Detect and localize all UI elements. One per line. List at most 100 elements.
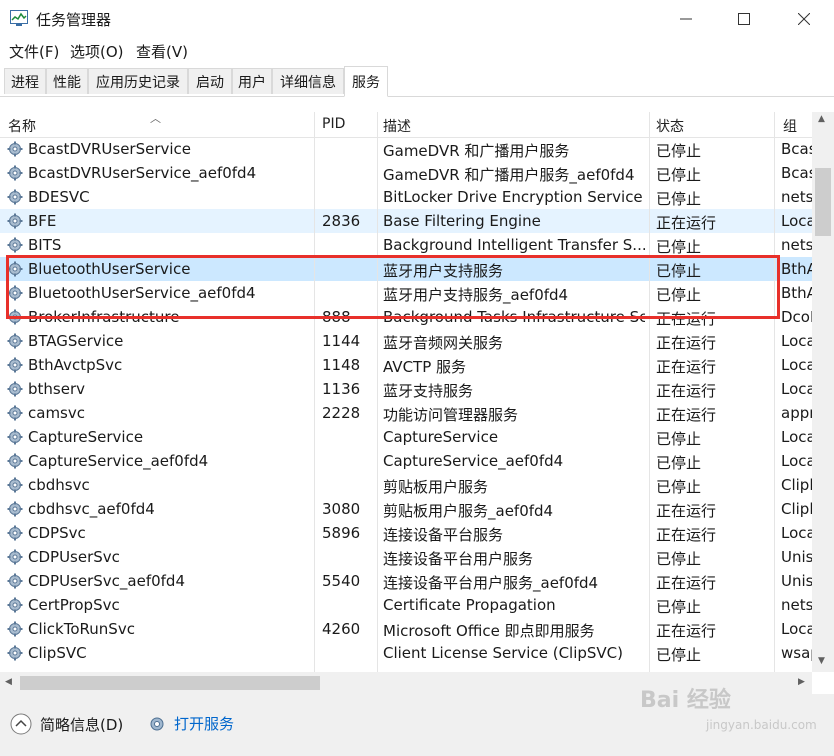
service-icon (7, 381, 23, 397)
tab-processes[interactable]: 进程 (4, 68, 46, 94)
tab-details[interactable]: 详细信息 (272, 68, 344, 94)
service-pid: 4260 (322, 620, 361, 638)
table-row[interactable]: bthserv 1136 蓝牙支持服务 正在运行 Loca (0, 377, 812, 401)
tab-app-history[interactable]: 应用历史记录 (88, 68, 188, 94)
service-icon (7, 429, 23, 445)
service-status: 已停止 (656, 190, 702, 208)
service-icon (7, 573, 23, 589)
service-group: BthA (781, 284, 812, 302)
table-row[interactable]: CDPUserSvc 连接设备平台用户服务 已停止 Unis (0, 545, 812, 569)
task-manager-icon (10, 10, 28, 26)
menu-view[interactable]: 查看(V) (136, 41, 188, 62)
service-description: AVCTP 服务 (383, 358, 467, 376)
table-row[interactable]: BTAGService 1144 蓝牙音频网关服务 正在运行 Loca (0, 329, 812, 353)
minimize-button[interactable] (656, 0, 716, 38)
table-row[interactable]: ClickToRunSvc 4260 Microsoft Office 即点即用服务… (0, 617, 812, 641)
sort-ascending-icon: ︿ (150, 112, 161, 125)
column-separator (314, 112, 315, 672)
service-description: Background Intelligent Transfer S... (383, 236, 645, 254)
service-description: GameDVR 和广播用户服务_aef0fd4 (383, 166, 635, 184)
scroll-up-icon[interactable]: ▲ (818, 114, 825, 124)
table-row[interactable]: CaptureService_aef0fd4 CaptureService_aef… (0, 449, 812, 473)
scroll-right-icon[interactable]: ▶ (798, 677, 805, 687)
open-services-label: 打开服务 (174, 715, 235, 733)
service-name: BthAvctpSvc (28, 356, 123, 374)
service-group: Clipl (781, 500, 812, 518)
service-group: Loca (781, 620, 812, 638)
service-icon (7, 549, 23, 565)
maximize-button[interactable] (714, 0, 774, 38)
column-header-pid[interactable]: PID (322, 116, 345, 132)
service-description: CaptureService (383, 428, 499, 446)
menu-options[interactable]: 选项(O) (70, 41, 124, 62)
service-status: 已停止 (656, 142, 702, 160)
service-description: 剪贴板用户服务 (383, 478, 489, 496)
table-row[interactable]: camsvc 2228 功能访问管理器服务 正在运行 appr (0, 401, 812, 425)
column-header-description[interactable]: 描述 (383, 116, 411, 136)
close-button[interactable] (774, 0, 834, 38)
service-status: 已停止 (656, 166, 702, 184)
table-row[interactable]: CertPropSvc Certificate Propagation 已停止 net… (0, 593, 812, 617)
table-row[interactable]: CDPSvc 5896 连接设备平台服务 正在运行 Loca (0, 521, 812, 545)
service-icon (7, 525, 23, 541)
service-name: camsvc (28, 404, 85, 422)
service-status: 已停止 (656, 646, 702, 664)
table-row[interactable]: BDESVC BitLocker Drive Encryption Service… (0, 185, 812, 209)
horizontal-scroll-thumb[interactable] (20, 676, 320, 690)
service-description: GameDVR 和广播用户服务 (383, 142, 570, 160)
table-row[interactable]: CaptureService CaptureService 已停止 Loca (0, 425, 812, 449)
service-description: 连接设备平台服务 (383, 526, 504, 544)
table-row[interactable]: BcastDVRUserService GameDVR 和广播用户服务 已停止 Bca… (0, 137, 812, 161)
column-header-status[interactable]: 状态 (656, 116, 684, 136)
tab-startup[interactable]: 启动 (188, 68, 232, 94)
column-header-group[interactable]: 组 (783, 116, 797, 136)
service-icon (7, 621, 23, 637)
service-status: 已停止 (656, 598, 702, 616)
table-row[interactable]: cbdhsvc_aef0fd4 3080 剪贴板用户服务_aef0fd4 正在运行 Cl… (0, 497, 812, 521)
fewer-details-button[interactable]: 简略信息(D) (10, 713, 123, 735)
open-services-link[interactable]: 打开服务 (148, 713, 234, 734)
service-status: 正在运行 (656, 334, 717, 352)
service-group: Unis (781, 548, 812, 566)
service-icon (7, 453, 23, 469)
service-description: 剪贴板用户服务_aef0fd4 (383, 502, 554, 520)
table-row[interactable]: BcastDVRUserService_aef0fd4 GameDVR 和广播用户… (0, 161, 812, 185)
service-name: BITS (28, 236, 62, 254)
service-group: nets (781, 236, 812, 254)
service-group: Loca (781, 452, 812, 470)
table-row[interactable]: BITS Background Intelligent Transfer S...… (0, 233, 812, 257)
service-group: Bcas (781, 164, 812, 182)
service-icon (7, 165, 23, 181)
table-row[interactable]: CDPUserSvc_aef0fd4 5540 连接设备平台用户服务_aef0fd4… (0, 569, 812, 593)
service-group: Clipl (781, 476, 812, 494)
service-pid: 5896 (322, 524, 361, 542)
maximize-icon (738, 13, 750, 25)
table-row[interactable]: BFE 2836 Base Filtering Engine 正在运行 Loca (0, 209, 812, 233)
service-status: 正在运行 (656, 214, 717, 232)
tab-services[interactable]: 服务 (344, 66, 388, 97)
service-description: CaptureService_aef0fd4 (383, 452, 564, 470)
column-separator (377, 112, 378, 672)
table-row[interactable]: BthAvctpSvc 1148 AVCTP 服务 正在运行 Loca (0, 353, 812, 377)
service-description: Base Filtering Engine (383, 212, 541, 230)
service-description: BitLocker Drive Encryption Service (383, 188, 643, 206)
table-row[interactable]: cbdhsvc 剪贴板用户服务 已停止 Clipl (0, 473, 812, 497)
service-pid: 3080 (322, 500, 361, 518)
service-icon (7, 141, 23, 157)
service-pid: 1144 (322, 332, 361, 350)
table-row[interactable]: ClipSVC Client License Service (ClipSVC) 已… (0, 641, 812, 665)
vertical-scroll-thumb[interactable] (815, 168, 831, 236)
menu-bar (0, 38, 834, 64)
service-description: 连接设备平台用户服务_aef0fd4 (383, 574, 599, 592)
tab-performance[interactable]: 性能 (46, 68, 88, 94)
menu-file[interactable]: 文件(F) (9, 41, 59, 62)
service-name: CDPSvc (28, 524, 86, 542)
tab-users[interactable]: 用户 (232, 68, 272, 94)
scroll-down-icon[interactable]: ▼ (818, 656, 825, 666)
service-description: 功能访问管理器服务 (383, 406, 519, 424)
collapse-chevron-icon (10, 713, 32, 735)
service-status: 正在运行 (656, 574, 717, 592)
scroll-left-icon[interactable]: ◀ (5, 677, 12, 687)
fewer-details-label: 简略信息(D) (40, 715, 124, 734)
column-header-name[interactable]: 名称 (8, 116, 36, 136)
